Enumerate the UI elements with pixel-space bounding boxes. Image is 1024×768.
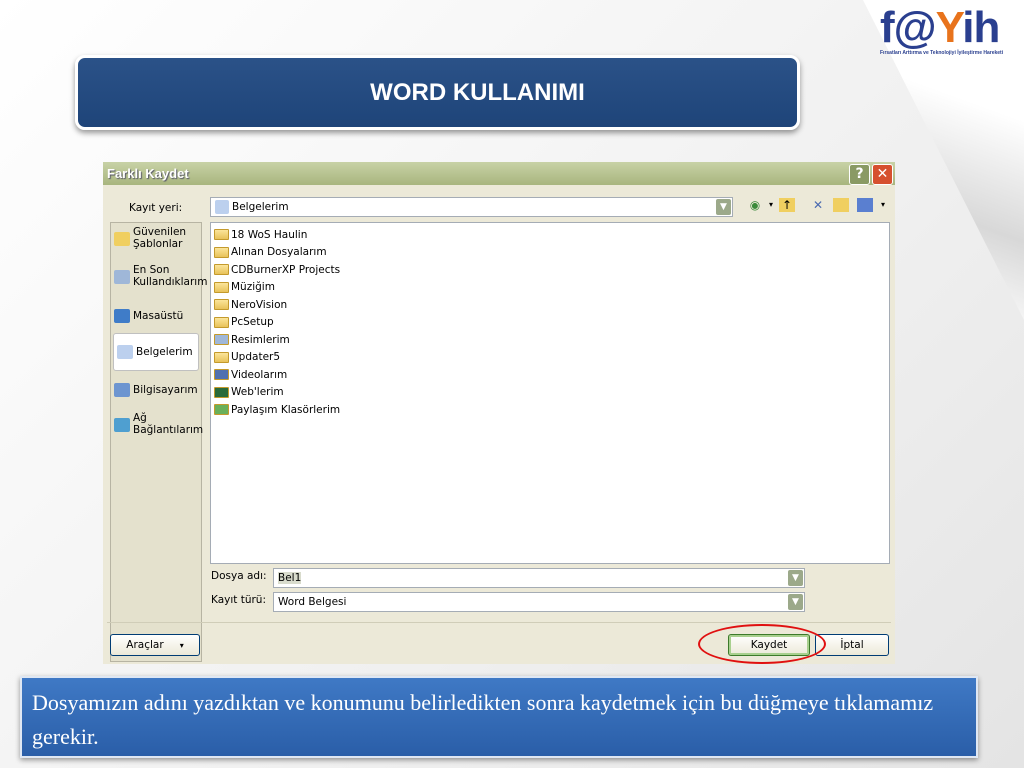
folder-icon <box>214 299 229 311</box>
place-documents[interactable]: Belgelerim <box>113 333 199 371</box>
folder-icon <box>214 316 229 328</box>
place-network[interactable]: Ağ Bağlantılarım <box>111 409 203 447</box>
list-item[interactable]: Web'lerim <box>214 384 886 402</box>
network-icon <box>114 418 130 432</box>
chevron-down-icon[interactable]: ▾ <box>763 198 779 212</box>
place-computer[interactable]: Bilgisayarım <box>111 371 201 409</box>
music-folder-icon <box>214 281 229 293</box>
chevron-down-icon[interactable]: ▾ <box>875 198 891 212</box>
save-in-select[interactable]: Belgelerim ▼ <box>210 197 733 217</box>
web-folder-icon <box>214 386 229 398</box>
back-icon[interactable]: ◉ <box>747 198 763 212</box>
video-folder-icon <box>214 369 229 381</box>
chevron-down-icon: ▼ <box>788 570 803 586</box>
folder-icon <box>214 264 229 276</box>
list-item[interactable]: NeroVision <box>214 296 886 314</box>
list-item[interactable]: Alınan Dosyalarım <box>214 244 886 262</box>
folder-icon <box>114 232 130 246</box>
computer-icon <box>114 383 130 397</box>
place-recent[interactable]: En Son Kullandıklarım <box>111 261 207 299</box>
list-item[interactable]: Updater5 <box>214 349 886 367</box>
desktop-icon <box>114 309 130 323</box>
slide-caption: Dosyamızın adını yazdıktan ve konumunu b… <box>20 676 978 758</box>
fatih-logo: f@Yih Fırsatları Arttırma ve Teknolojiyi… <box>880 3 1004 57</box>
places-bar: Güvenilen Şablonlar En Son Kullandıkları… <box>110 222 207 662</box>
delete-icon[interactable]: ✕ <box>810 198 826 212</box>
cancel-button[interactable]: İptal <box>815 634 889 656</box>
folder-icon <box>214 246 229 258</box>
divider <box>107 622 891 623</box>
list-item[interactable]: Müziğim <box>214 279 886 297</box>
chevron-down-icon[interactable]: ▼ <box>716 199 731 215</box>
views-icon[interactable] <box>857 198 873 212</box>
up-folder-icon[interactable]: ↑ <box>779 198 795 212</box>
shared-folder-icon <box>214 404 229 416</box>
slide-title: WORD KULLANIMI <box>75 55 800 130</box>
chevron-down-icon: ▼ <box>788 594 803 610</box>
list-item[interactable]: CDBurnerXP Projects <box>214 261 886 279</box>
help-button[interactable]: ? <box>849 164 870 185</box>
save-in-label: Kayıt yeri: <box>129 202 183 214</box>
folder-icon <box>214 229 229 241</box>
folder-icon <box>214 351 229 363</box>
documents-icon <box>117 345 133 359</box>
recent-icon <box>114 270 130 284</box>
pictures-folder-icon <box>214 334 229 346</box>
place-trusted-templates[interactable]: Güvenilen Şablonlar <box>111 223 201 261</box>
tools-button[interactable]: Araçlar ▾ <box>110 634 200 656</box>
documents-icon <box>215 200 229 214</box>
filetype-select[interactable]: Word Belgesi ▼ <box>273 592 805 612</box>
dialog-title: Farklı Kaydet <box>103 162 895 185</box>
close-button[interactable]: ✕ <box>872 164 893 185</box>
new-folder-icon[interactable] <box>833 198 849 212</box>
place-desktop[interactable]: Masaüstü <box>111 299 201 333</box>
filename-label: Dosya adı: <box>211 570 267 582</box>
list-item[interactable]: 18 WoS Haulin <box>214 226 886 244</box>
list-item[interactable]: Paylaşım Klasörlerim <box>214 401 886 419</box>
list-item[interactable]: PcSetup <box>214 314 886 332</box>
highlight-circle <box>698 624 826 664</box>
filename-input[interactable]: Bel1 ▼ <box>273 568 805 588</box>
filetype-label: Kayıt türü: <box>211 594 267 606</box>
list-item[interactable]: Resimlerim <box>214 331 886 349</box>
list-item[interactable]: Videolarım <box>214 366 886 384</box>
save-as-dialog: Farklı Kaydet ? ✕ Kayıt yeri: Belgelerim… <box>103 162 895 664</box>
file-list[interactable]: 18 WoS Haulin Alınan Dosyalarım CDBurner… <box>210 222 890 564</box>
